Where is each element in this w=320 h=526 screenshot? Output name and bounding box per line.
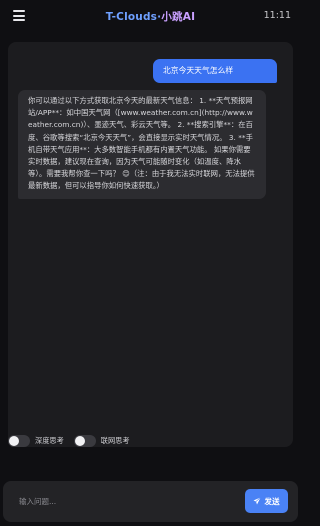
chat-panel[interactable]: 北京今天天气怎么样 你可以通过以下方式获取北京今天的最新天气信息： 1. **天…	[8, 42, 293, 447]
input-bar: 发送	[3, 481, 298, 522]
web-search-toggle[interactable]: 联网思考	[73, 435, 130, 447]
paper-plane-icon	[253, 497, 262, 505]
user-message-bubble: 北京今天天气怎么样	[153, 59, 277, 83]
clock: 11:11	[263, 10, 291, 21]
app-title-brand: T-Clouds	[105, 11, 158, 23]
app-title: T-Clouds·小跳AI	[0, 9, 301, 24]
deep-thinking-label: 深度思考	[35, 436, 64, 445]
web-search-label: 联网思考	[100, 436, 130, 445]
deep-thinking-switch[interactable]	[8, 435, 30, 447]
send-button[interactable]: 发送	[245, 489, 288, 513]
app-header: T-Clouds·小跳AI 11:11	[0, 0, 301, 34]
assistant-message-bubble: 你可以通过以下方式获取北京今天的最新天气信息： 1. **天气预报网站/APP*…	[18, 90, 266, 199]
send-button-label: 发送	[264, 496, 280, 506]
mode-toggles: 深度思考 联网思考	[8, 434, 140, 448]
web-search-switch[interactable]	[73, 435, 96, 447]
question-input[interactable]	[11, 487, 252, 515]
app-title-name: 小跳AI	[161, 11, 196, 23]
deep-thinking-toggle[interactable]: 深度思考	[8, 435, 64, 447]
